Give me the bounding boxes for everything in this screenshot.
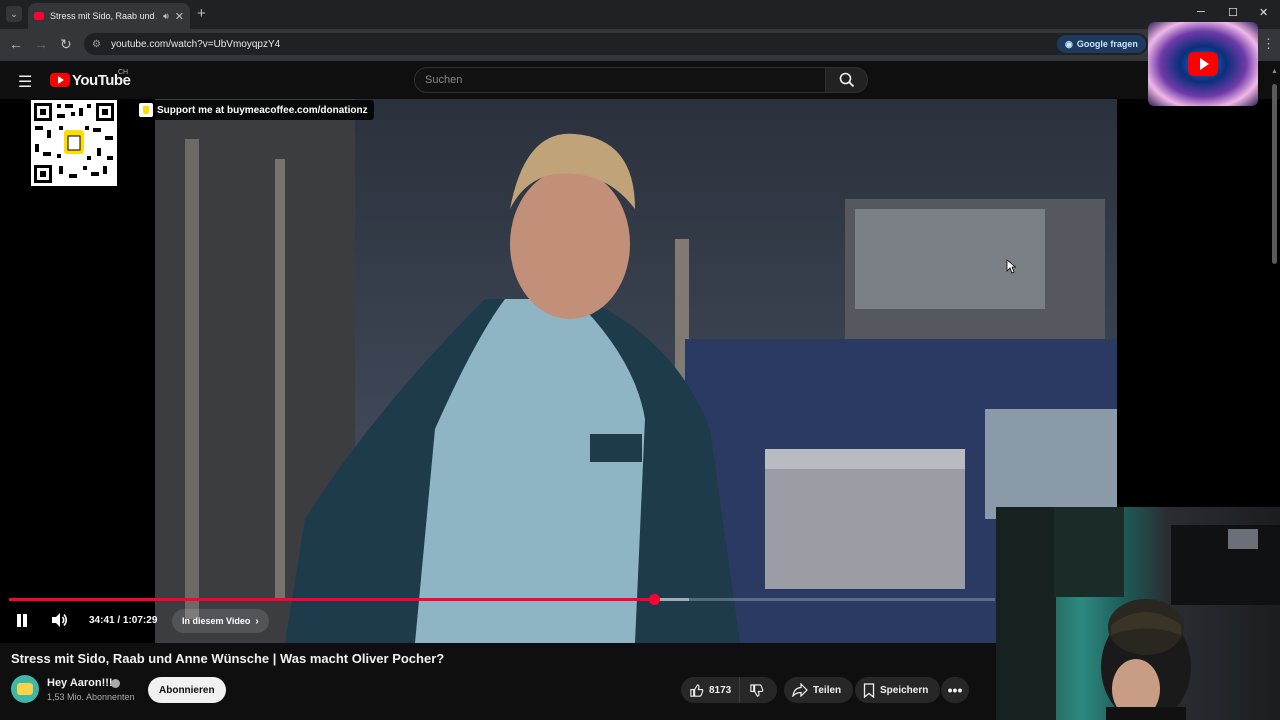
donation-banner: Support me at buymeacoffee.com/donationz [135,100,374,120]
more-actions-button[interactable]: ••• [941,677,969,703]
coffee-cup-icon [139,103,153,117]
browser-tab-bar [0,0,1280,29]
subscriber-count: 1,53 Mio. Abonnenten [47,692,135,702]
back-arrow-icon[interactable]: ← [9,36,23,52]
channel-eye-logo [1148,22,1258,106]
youtube-favicon-icon [34,12,44,20]
progress-played [9,598,654,601]
new-tab-button[interactable]: + [197,5,206,22]
hamburger-menu-icon[interactable]: ☰ [18,72,32,92]
share-button[interactable]: Teilen [784,677,854,703]
youtube-play-icon [1188,52,1218,76]
channel-name[interactable]: Hey Aaron!!! [47,677,113,689]
minimize-button[interactable]: ─ [1197,6,1205,18]
save-button[interactable]: Speichern [855,677,941,703]
reload-icon[interactable]: ↻ [60,36,72,53]
video-scene [155,99,1117,643]
google-ask-button[interactable]: ◉ Google fragen [1057,35,1146,53]
tab-title: Stress mit Sido, Raab und Anne [50,11,157,21]
google-ask-label: Google fragen [1076,39,1138,49]
search-icon [839,72,854,88]
like-count: 8173 [709,684,732,696]
chevron-right-icon: › [255,615,259,627]
in-this-video-button[interactable]: In diesem Video › [172,609,269,633]
progress-scrubber-handle[interactable] [648,594,660,605]
subscribe-button[interactable]: Abonnieren [148,677,226,703]
maximize-button[interactable]: ☐ [1228,6,1238,19]
youtube-logo-icon[interactable] [50,73,70,87]
window-close-button[interactable]: ✕ [1259,6,1268,19]
save-label: Speichern [880,684,929,696]
dislike-button[interactable] [740,677,769,703]
share-label: Teilen [813,684,842,696]
browser-menu-icon[interactable]: ⋮ [1262,36,1275,52]
browser-tab[interactable]: Stress mit Sido, Raab und Anne 🔊︎ ✕ [28,3,190,29]
webcam-scene [996,507,1280,720]
search-button[interactable] [826,67,868,93]
verified-badge-icon [111,679,120,688]
thumbs-up-icon [690,683,704,697]
address-bar[interactable]: ⚙ youtube.com/watch?v=UbVmoyqpzY4 [84,33,1148,55]
tab-close-icon[interactable]: ✕ [175,10,184,23]
channel-avatar[interactable] [11,675,39,703]
webcam-overlay [996,507,1280,720]
donation-qr-code [31,100,117,186]
scrollbar-thumb[interactable] [1272,84,1277,264]
pause-button[interactable] [15,614,29,628]
chapter-label: In diesem Video [182,616,251,626]
country-code: CH [118,69,129,76]
mouse-cursor-icon [1006,259,1016,274]
google-lens-icon: ◉ [1065,38,1073,49]
video-frame[interactable] [155,99,1117,643]
bookmark-icon [863,682,875,698]
tab-list-button[interactable]: ⌄ [6,6,22,22]
share-arrow-icon [792,683,808,697]
speaker-icon[interactable]: 🔊︎ [163,11,169,22]
donation-text: Support me at buymeacoffee.com/donationz [157,104,368,116]
like-button[interactable]: 8173 [681,677,741,703]
scroll-up-arrow-icon[interactable]: ▲ [1271,68,1278,75]
forward-arrow-icon[interactable]: → [34,36,48,52]
site-settings-icon[interactable]: ⚙ [92,39,101,50]
time-display: 34:41 / 1:07:29 [89,615,158,626]
thumbs-down-icon [750,683,764,697]
qr-code-icon [34,103,114,183]
search-input[interactable]: Suchen [414,67,826,93]
volume-icon[interactable] [50,611,68,629]
url-text: youtube.com/watch?v=UbVmoyqpzY4 [110,38,281,50]
video-title: Stress mit Sido, Raab und Anne Wünsche |… [11,651,445,666]
search-placeholder: Suchen [425,74,463,86]
like-dislike-group: 8173 [681,677,777,703]
